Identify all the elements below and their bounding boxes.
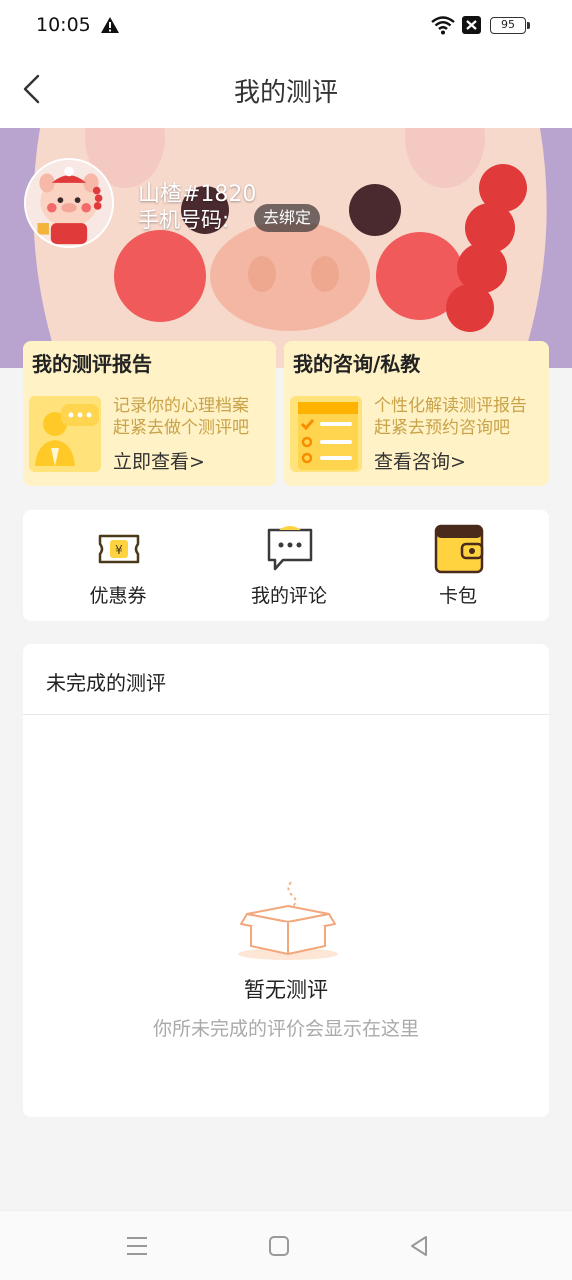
view-report-link[interactable]: 立即查看>: [113, 447, 205, 474]
wallet-icon: [434, 524, 484, 574]
warning-icon: [101, 17, 119, 33]
bind-phone-button[interactable]: 去绑定: [254, 204, 321, 232]
tool-label: 我的评论: [250, 585, 327, 607]
home-icon[interactable]: [266, 1233, 292, 1259]
tools-panel: ¥ 优惠券 我的评论 卡包: [23, 510, 549, 621]
empty-description: 你所未完成的评价会显示在这里: [152, 1018, 419, 1040]
divider: [23, 714, 549, 715]
battery-icon: 95: [490, 17, 530, 34]
my-comments-button[interactable]: 我的评论: [229, 524, 349, 610]
card-title: 我的测评报告: [32, 352, 152, 376]
pending-assessments-panel: 未完成的测评 暂无测评 你所未完成的评价会显示在这里: [23, 644, 549, 1117]
tool-label: 优惠券: [89, 585, 147, 607]
card-desc-line1: 个性化解读测评报告: [374, 396, 527, 416]
back-triangle-icon[interactable]: [406, 1233, 432, 1259]
card-desc-line1: 记录你的心理档案: [113, 396, 249, 416]
card-wallet-button[interactable]: 卡包: [398, 524, 518, 610]
card-title: 我的咨询/私教: [293, 352, 421, 376]
empty-box-icon: [238, 881, 338, 960]
my-report-card[interactable]: 我的测评报告 记录你的心理档案 赶紧去做个测评吧 立即查看>: [23, 341, 276, 486]
phone-label: 手机号码:: [138, 208, 230, 232]
status-bar: 10:05 95: [0, 0, 572, 52]
no-sim-icon: [462, 16, 481, 34]
system-nav-bar: [0, 1210, 572, 1280]
coupon-button[interactable]: ¥ 优惠券: [58, 524, 178, 610]
nav-bar: 我的测评: [0, 52, 572, 128]
card-desc-line2: 赶紧去预约咨询吧: [374, 418, 510, 438]
checklist-icon: [290, 396, 362, 472]
page-title: 我的测评: [233, 78, 338, 108]
coupon-icon: ¥: [98, 534, 140, 564]
view-consult-link[interactable]: 查看咨询>: [374, 447, 466, 474]
card-desc-line2: 赶紧去做个测评吧: [113, 418, 249, 438]
section-title: 未完成的测评: [46, 671, 166, 695]
status-time: 10:05: [36, 14, 91, 36]
empty-title: 暂无测评: [244, 978, 328, 1002]
menu-icon[interactable]: [124, 1233, 150, 1259]
person-chat-icon: [29, 396, 101, 472]
avatar[interactable]: [24, 158, 114, 248]
my-consult-card[interactable]: 我的咨询/私教 个性化解读测评报告 赶紧去预约咨询吧 查看咨询>: [284, 341, 549, 486]
svg-text:¥: ¥: [115, 543, 123, 557]
comment-icon: [267, 526, 313, 571]
wifi-icon: [431, 16, 455, 35]
tool-label: 卡包: [438, 585, 477, 607]
